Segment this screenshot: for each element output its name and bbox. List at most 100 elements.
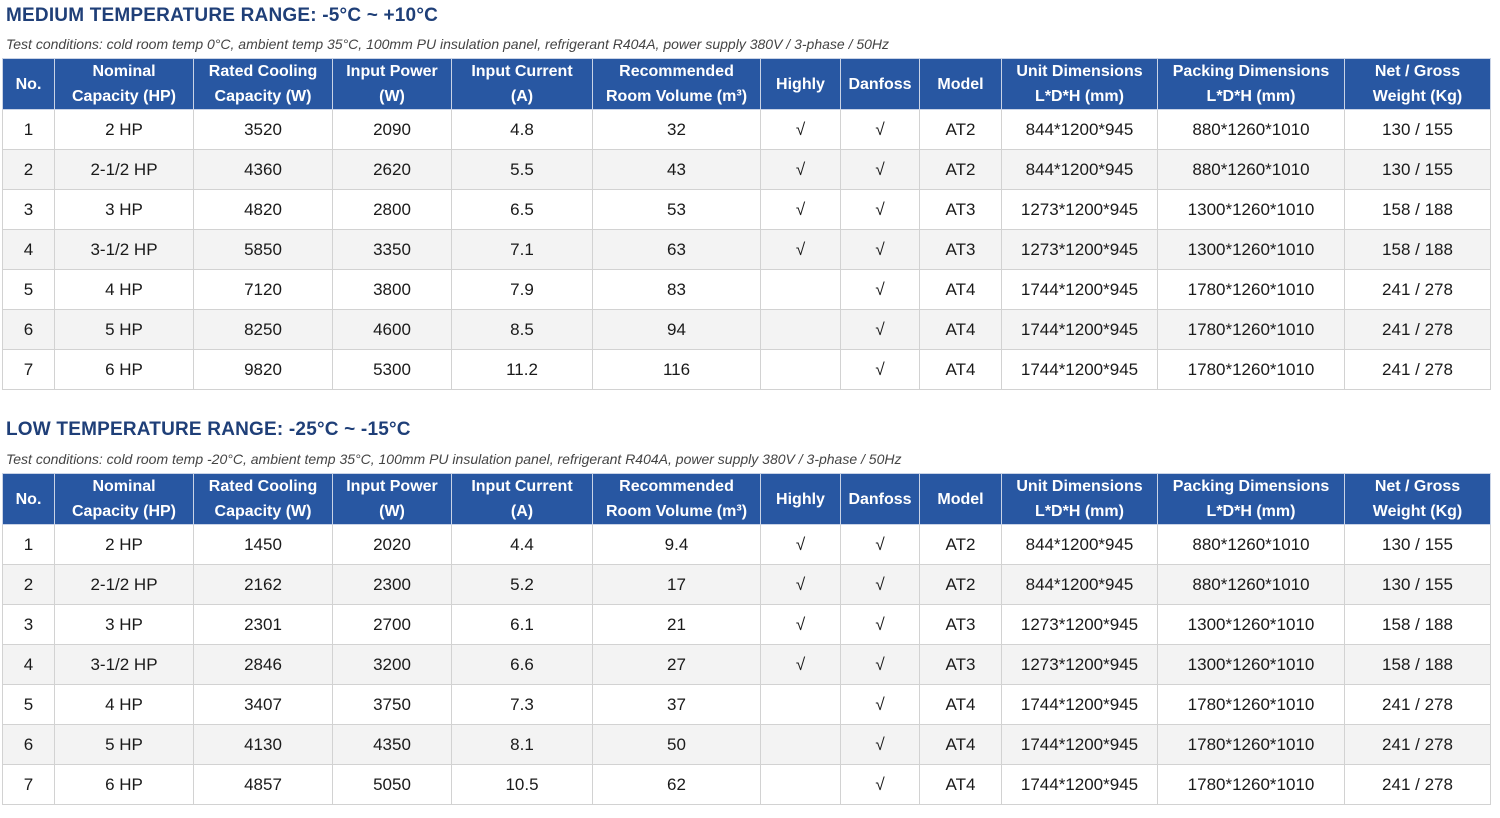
col-weight-cell: 241 / 278 (1344, 269, 1491, 310)
col-unit-dimensions-cell: 1273*1200*945 (1001, 644, 1158, 685)
col-danfoss-cell: √ (840, 149, 920, 190)
spec-table: No. Nominal Capacity (HP) Rated Cooling Capa… (2, 58, 1491, 390)
col-danfoss-cell: √ (840, 564, 920, 605)
header-label: (A) (510, 88, 534, 105)
col-input-current-cell: 10.5 (451, 764, 593, 805)
table-row: 4 3-1/2 HP 5850 3350 7.1 63 √ √ AT3 1273*1200*945… (2, 229, 1491, 270)
col-rated-cooling-cell: 4857 (193, 764, 333, 805)
col-model-cell: AT2 (919, 564, 1002, 605)
table-row: 76 HP 9820 5300 11.2 116 √ AT4 1744*1200*945 178… (2, 349, 1491, 390)
header-label: Input Current (471, 63, 573, 80)
header-label: Input Power (346, 63, 438, 80)
col-unit-dimensions-cell: 1273*1200*945 (1001, 604, 1158, 645)
col-nominal-capacity-cell: 3 HP (54, 604, 194, 645)
col-no-cell: 2 (2, 149, 55, 190)
col-model-cell: AT4 (919, 724, 1002, 765)
col-model-header: Model (919, 58, 1002, 110)
table-row: 65 HP 8250 4600 8.5 94 √ AT4 1744*1200*945 1780*… (2, 309, 1491, 350)
col-highly-cell (760, 349, 841, 390)
header-label: Recommended (619, 478, 734, 495)
col-weight-cell: 130 / 155 (1344, 109, 1491, 150)
col-highly-cell: √ (760, 189, 841, 230)
col-danfoss-cell: √ (840, 229, 920, 270)
col-unit-dimensions-cell: 844*1200*945 (1001, 109, 1158, 150)
col-rated-cooling-cell: 4130 (193, 724, 333, 765)
col-input-power-cell: 4350 (332, 724, 452, 765)
col-weight-cell: 158 / 188 (1344, 604, 1491, 645)
col-packing-dimensions-cell: 880*1260*1010 (1157, 149, 1345, 190)
col-room-volume-cell: 62 (592, 764, 761, 805)
header-label: Packing Dimensions (1172, 478, 1330, 495)
col-room-volume-cell: 17 (592, 564, 761, 605)
col-nominal-capacity-cell: 6 HP (54, 349, 194, 390)
col-nominal-capacity-cell: 3 HP (54, 189, 194, 230)
col-input-current-cell: 7.3 (451, 684, 593, 725)
header-label: Room Volume (m³) (605, 503, 748, 520)
col-input-power-cell: 2300 (332, 564, 452, 605)
col-input-power-cell: 2090 (332, 109, 452, 150)
col-input-power-header: Input Power (W) (332, 473, 452, 525)
col-packing-dimensions-cell: 1300*1260*1010 (1157, 189, 1345, 230)
col-rated-cooling-cell: 8250 (193, 309, 333, 350)
col-nominal-capacity-cell: 2 HP (54, 109, 194, 150)
col-model-cell: AT4 (919, 764, 1002, 805)
col-model-cell: AT4 (919, 309, 1002, 350)
col-no-cell: 6 (2, 309, 55, 350)
col-room-volume-cell: 27 (592, 644, 761, 685)
col-input-power-cell: 2700 (332, 604, 452, 645)
col-no-cell: 5 (2, 269, 55, 310)
col-packing-dimensions-cell: 880*1260*1010 (1157, 524, 1345, 565)
col-danfoss-cell: √ (840, 189, 920, 230)
col-unit-dimensions-cell: 1744*1200*945 (1001, 724, 1158, 765)
header-label: Input Current (471, 478, 573, 495)
col-nominal-capacity-cell: 5 HP (54, 724, 194, 765)
col-room-volume-cell: 116 (592, 349, 761, 390)
col-model-cell: AT3 (919, 604, 1002, 645)
col-danfoss-cell: √ (840, 724, 920, 765)
col-highly-cell (760, 309, 841, 350)
table-row: 2 2-1/2 HP 2162 2300 5.2 17 √ √ AT2 844*1200*945 8… (2, 564, 1491, 605)
table-row: 2 2-1/2 HP 4360 2620 5.5 43 √ √ AT2 844*1200*945 8… (2, 149, 1491, 190)
col-input-current-cell: 4.8 (451, 109, 593, 150)
col-rated-cooling-cell: 4820 (193, 189, 333, 230)
header-label: Capacity (W) (214, 88, 312, 105)
col-room-volume-cell: 83 (592, 269, 761, 310)
header-label: L*D*H (mm) (1206, 503, 1296, 520)
col-input-current-cell: 11.2 (451, 349, 593, 390)
col-packing-dimensions-cell: 880*1260*1010 (1157, 109, 1345, 150)
header-label: Unit Dimensions (1016, 63, 1143, 80)
col-model-cell: AT3 (919, 189, 1002, 230)
col-weight-cell: 241 / 278 (1344, 724, 1491, 765)
col-packing-dimensions-header: Packing Dimensions L*D*H (mm) (1157, 58, 1345, 110)
col-weight-cell: 158 / 188 (1344, 644, 1491, 685)
col-unit-dimensions-cell: 1273*1200*945 (1001, 229, 1158, 270)
col-packing-dimensions-cell: 1300*1260*1010 (1157, 644, 1345, 685)
header-label: Capacity (HP) (71, 503, 177, 520)
col-danfoss-cell: √ (840, 644, 920, 685)
col-packing-dimensions-cell: 1780*1260*1010 (1157, 724, 1345, 765)
col-weight-header: Net / Gross Weight (Kg) (1344, 58, 1491, 110)
col-nominal-capacity-cell: 2-1/2 HP (54, 564, 194, 605)
col-rated-cooling-cell: 1450 (193, 524, 333, 565)
col-model-cell: AT2 (919, 109, 1002, 150)
col-model-cell: AT3 (919, 229, 1002, 270)
col-room-volume-cell: 37 (592, 684, 761, 725)
col-danfoss-cell: √ (840, 309, 920, 350)
col-packing-dimensions-cell: 1300*1260*1010 (1157, 229, 1345, 270)
col-no-cell: 1 (2, 109, 55, 150)
header-label: Danfoss (848, 75, 912, 93)
col-input-power-cell: 2620 (332, 149, 452, 190)
col-room-volume-cell: 43 (592, 149, 761, 190)
col-rated-cooling-header: Rated Cooling Capacity (W) (193, 473, 333, 525)
col-no-cell: 4 (2, 229, 55, 270)
col-rated-cooling-cell: 2846 (193, 644, 333, 685)
header-label: (W) (379, 88, 405, 105)
col-input-current-cell: 7.9 (451, 269, 593, 310)
col-model-header: Model (919, 473, 1002, 525)
header-label: Highly (776, 490, 825, 508)
col-unit-dimensions-cell: 844*1200*945 (1001, 564, 1158, 605)
header-label: Recommended (619, 63, 734, 80)
header-label: No. (15, 490, 42, 508)
col-packing-dimensions-cell: 1300*1260*1010 (1157, 604, 1345, 645)
header-label: Model (937, 75, 984, 93)
